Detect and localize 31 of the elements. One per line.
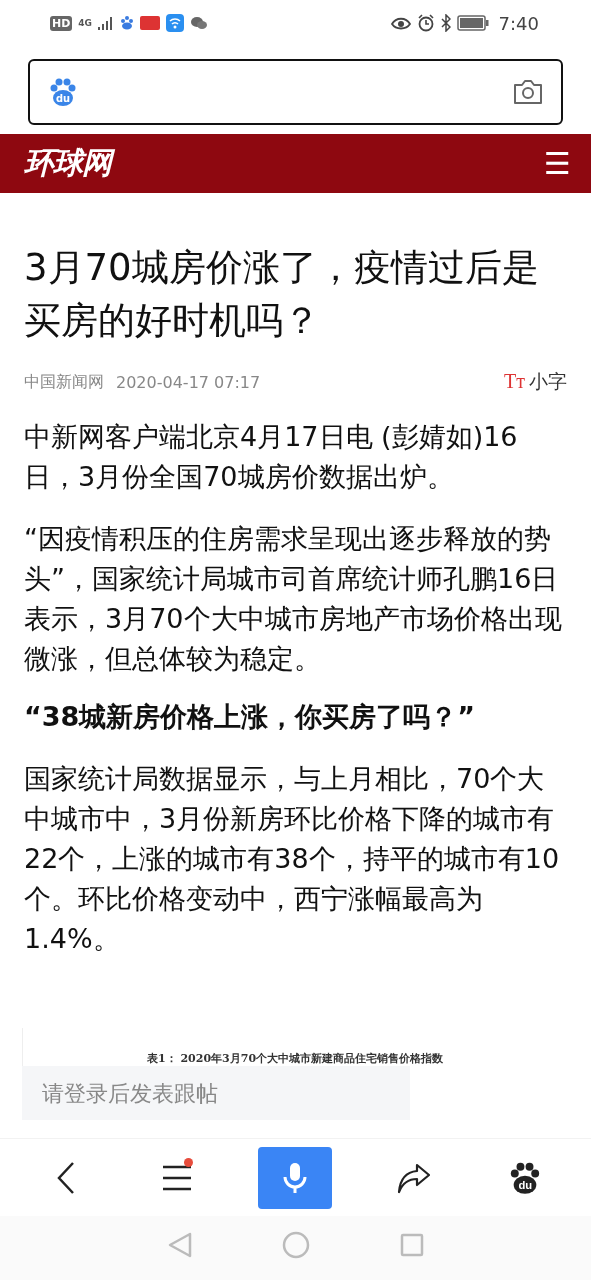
menu-icon [162, 1164, 193, 1191]
search-field[interactable]: du [28, 59, 563, 125]
section-heading: “38城新房价格上涨，你买房了吗？” [24, 700, 477, 734]
font-size-button[interactable]: Tт 小字 [504, 369, 567, 395]
comment-field[interactable]: 请登录后发表跟帖 [22, 1066, 410, 1120]
eye-icon [390, 16, 411, 30]
article-source: 中国新闻网 [24, 371, 104, 393]
network-indicator: 4G [78, 18, 92, 28]
paw-button[interactable]: du [495, 1147, 556, 1208]
news-app-icon [140, 16, 160, 30]
camera-icon[interactable] [513, 79, 543, 105]
paragraph: 国家统计局数据显示，与上月相比，70个大中城市中，3月份新房环比价格下降的城市有22个，上涨的城市有38个，持平的城市有10个。环比价格变动中，西宁涨幅最高为1.4%。 [24, 762, 561, 956]
battery-icon [456, 15, 489, 31]
search-logo: du [48, 77, 78, 107]
wifi-app-icon [166, 14, 184, 32]
microphone-icon [282, 1161, 309, 1194]
voice-button[interactable] [258, 1146, 333, 1209]
chat-icon [190, 16, 208, 30]
table-caption: 表1： 2020年3月70个大中城市新建商品住宅销售价格指数 [146, 1051, 444, 1066]
paragraph: “因疫情积压的住房需求呈现出逐步释放的势头”，国家统计局城市司首席统计师孔鹏16日表示，3月70个大中城市房地产市场价格出现微涨，但总体较为稳定。 [24, 522, 563, 676]
signal-icon [98, 16, 114, 30]
bluetooth-icon [440, 14, 451, 32]
paw-icon [120, 16, 134, 30]
clock-time: 7:40 [498, 12, 539, 34]
article-date: 2020-04-17 07:17 [116, 372, 261, 392]
menu-button[interactable]: ☰ [544, 146, 571, 181]
alarm-icon [416, 14, 435, 32]
article-title: 3月70城房价涨了，疫情过后是买房的好时机吗？ [24, 245, 540, 344]
hd-indicator: HD [50, 15, 73, 31]
share-icon [396, 1161, 431, 1194]
paragraph: 中新网客户端北京4月17日电 (彭婧如)16日，3月份全国70城房价数据出炉。 [24, 420, 519, 494]
